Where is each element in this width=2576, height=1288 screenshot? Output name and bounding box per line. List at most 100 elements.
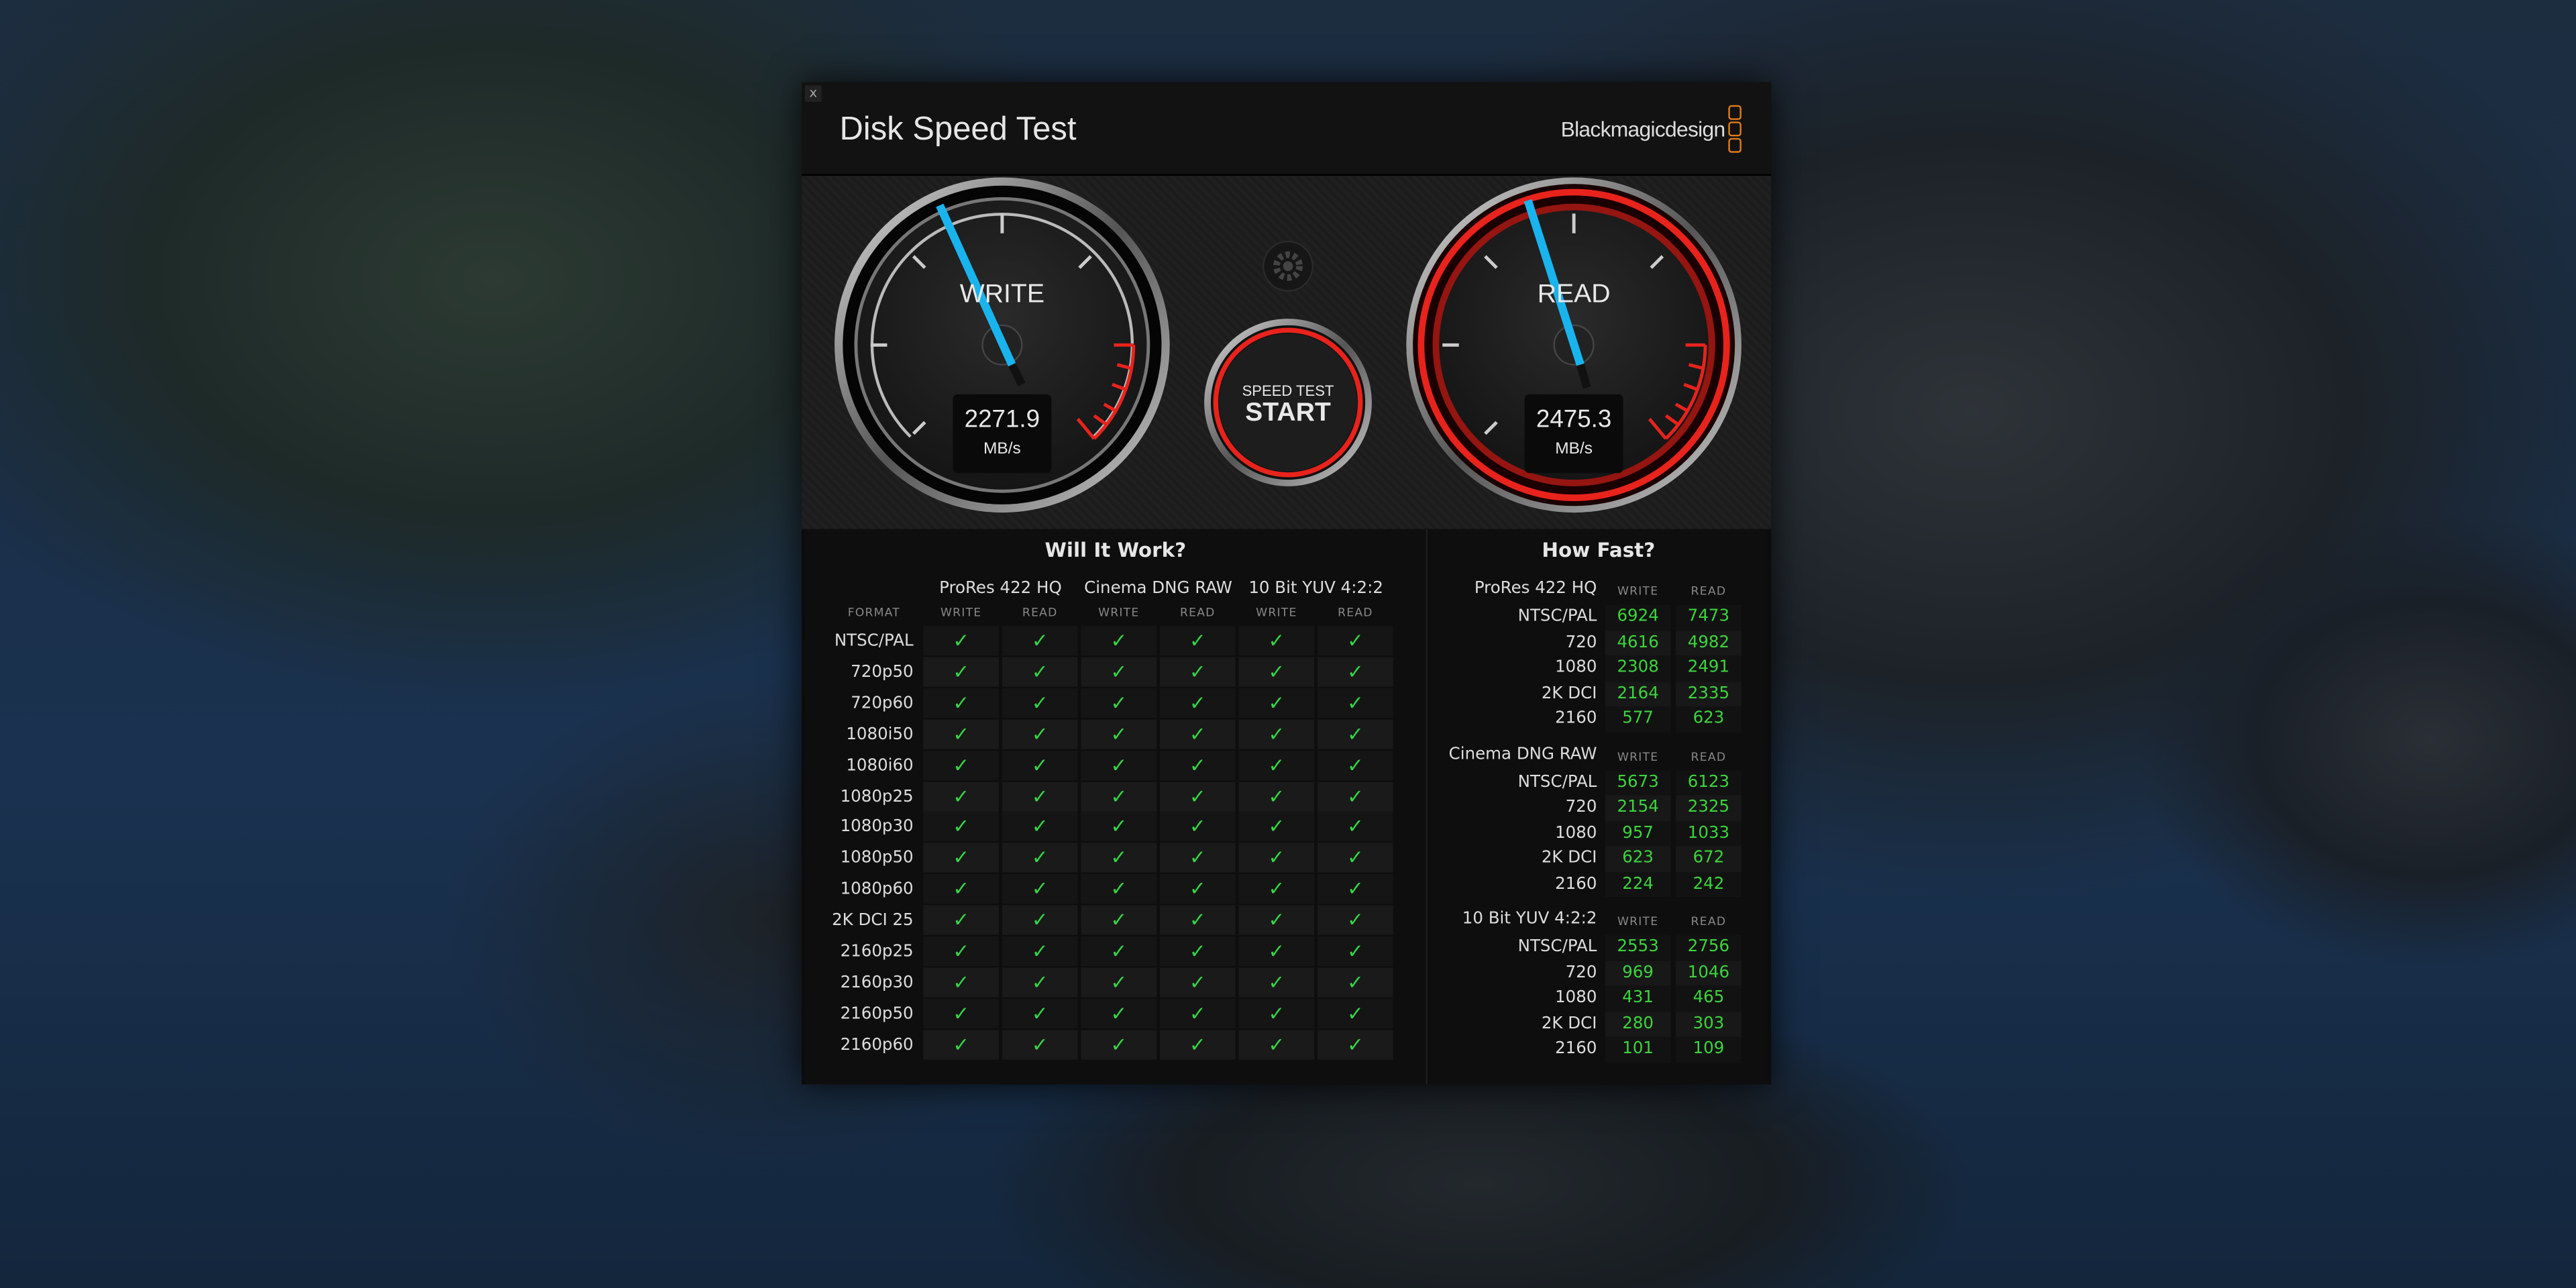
format-label: 1080i50 <box>846 725 914 744</box>
check-icon: ✓ <box>1238 936 1315 967</box>
group-header: Cinema DNG RAW <box>1448 745 1597 763</box>
check-icon: ✓ <box>1081 936 1157 967</box>
check-icon: ✓ <box>1238 905 1315 935</box>
resolution-label: NTSC/PAL <box>1517 938 1597 957</box>
resolution-label: 2160 <box>1555 1040 1597 1059</box>
format-label: 1080p25 <box>840 788 914 806</box>
check-icon: ✓ <box>1081 657 1157 687</box>
read-value: 7473 <box>1675 604 1741 631</box>
table-row: 720p50 ✓ ✓ ✓ ✓ ✓ ✓ <box>805 657 1426 688</box>
format-label: 2160p30 <box>840 973 914 992</box>
check-icon: ✓ <box>1318 843 1393 873</box>
resolution-label: 1080 <box>1555 659 1597 677</box>
check-icon: ✓ <box>923 1029 999 1059</box>
write-value: 2308 <box>1605 655 1671 682</box>
check-icon: ✓ <box>1081 905 1157 935</box>
check-icon: ✓ <box>1238 718 1315 749</box>
check-icon: ✓ <box>1238 626 1315 656</box>
check-icon: ✓ <box>1159 843 1236 873</box>
column-subheader: READ <box>1022 606 1058 620</box>
resolution-label: 720 <box>1565 633 1597 652</box>
format-label: 1080p60 <box>840 881 914 900</box>
check-icon: ✓ <box>923 657 999 687</box>
resolution-label: 720 <box>1565 963 1597 982</box>
check-icon: ✓ <box>1159 688 1236 718</box>
check-icon: ✓ <box>1238 688 1315 718</box>
check-icon: ✓ <box>1081 718 1157 749</box>
read-value: 1046 <box>1675 960 1741 986</box>
read-gauge <box>1406 177 1741 513</box>
table-row: 1080 2308 2491 <box>1430 655 1768 682</box>
read-value: 242 <box>1675 871 1741 898</box>
blackmagic-logo-icon <box>1728 105 1741 154</box>
table-row: 1080 957 1033 <box>1430 820 1768 847</box>
table-row: 2K DCI 25 ✓ ✓ ✓ ✓ ✓ ✓ <box>805 905 1426 937</box>
start-button[interactable]: SPEED TEST START <box>1209 323 1366 481</box>
column-subheader: WRITE <box>940 606 982 620</box>
codec-header: ProRes 422 HQ <box>939 580 1062 598</box>
check-icon: ✓ <box>1238 781 1315 811</box>
desktop: Disk Speed Test Blackmagicdesign x WRITE… <box>0 0 2576 1288</box>
check-icon: ✓ <box>1318 905 1393 935</box>
disk-speed-test-window: Disk Speed Test Blackmagicdesign x WRITE… <box>802 82 1772 1085</box>
resolution-label: 2K DCI <box>1541 849 1597 868</box>
read-value: 4982 <box>1675 630 1741 656</box>
resolution-label: 720 <box>1565 798 1597 817</box>
check-icon: ✓ <box>1002 781 1078 811</box>
table-row: NTSC/PAL 2553 2756 <box>1430 934 1768 961</box>
write-value: 957 <box>1605 820 1671 847</box>
group-header: 10 Bit YUV 4:2:2 <box>1462 910 1597 928</box>
close-button[interactable]: x <box>805 85 822 102</box>
check-icon: ✓ <box>1318 781 1393 811</box>
read-value: 109 <box>1675 1036 1741 1063</box>
table-row: 1080i50 ✓ ✓ ✓ ✓ ✓ ✓ <box>805 718 1426 751</box>
check-icon: ✓ <box>1318 936 1393 967</box>
write-value: 5673 <box>1605 769 1671 796</box>
will-it-work-title: Will It Work? <box>1044 539 1187 562</box>
check-icon: ✓ <box>1318 998 1393 1028</box>
write-value: 623 <box>1605 846 1671 872</box>
check-icon: ✓ <box>1002 626 1078 656</box>
group-header: ProRes 422 HQ <box>1474 580 1597 598</box>
check-icon: ✓ <box>1159 750 1236 780</box>
check-icon: ✓ <box>1081 998 1157 1028</box>
check-icon: ✓ <box>923 936 999 967</box>
table-row: NTSC/PAL ✓ ✓ ✓ ✓ ✓ ✓ <box>805 626 1426 657</box>
check-icon: ✓ <box>923 688 999 718</box>
table-row: 2160 101 109 <box>1430 1036 1768 1063</box>
table-row: NTSC/PAL 6924 7473 <box>1430 604 1768 631</box>
check-icon: ✓ <box>923 750 999 780</box>
check-icon: ✓ <box>1159 998 1236 1028</box>
codec-header: 10 Bit YUV 4:2:2 <box>1248 580 1383 598</box>
check-icon: ✓ <box>923 998 999 1028</box>
title-bar: Disk Speed Test Blackmagicdesign <box>802 82 1772 176</box>
read-speed-value: 2475.3 <box>1536 405 1612 434</box>
write-speed-value: 2271.9 <box>964 405 1040 434</box>
table-row: 1080p50 ✓ ✓ ✓ ✓ ✓ ✓ <box>805 843 1426 875</box>
table-row: 2160p30 ✓ ✓ ✓ ✓ ✓ ✓ <box>805 967 1426 999</box>
check-icon: ✓ <box>1318 874 1393 904</box>
how-fast-title: How Fast? <box>1542 539 1656 562</box>
check-icon: ✓ <box>1002 936 1078 967</box>
table-row: 2160p50 ✓ ✓ ✓ ✓ ✓ ✓ <box>805 998 1426 1030</box>
check-icon: ✓ <box>1159 905 1236 935</box>
check-icon: ✓ <box>1159 1029 1236 1059</box>
check-icon: ✓ <box>1238 812 1315 842</box>
write-subheader: WRITE <box>1617 749 1659 763</box>
resolution-label: 2160 <box>1555 875 1597 894</box>
check-icon: ✓ <box>923 843 999 873</box>
check-icon: ✓ <box>1002 688 1078 718</box>
format-label: 1080i60 <box>846 756 914 775</box>
write-gauge <box>835 177 1170 513</box>
write-value: 4616 <box>1605 630 1671 656</box>
read-value: 623 <box>1675 706 1741 733</box>
read-value: 2491 <box>1675 655 1741 682</box>
check-icon: ✓ <box>1318 657 1393 687</box>
format-label: NTSC/PAL <box>834 632 914 651</box>
check-icon: ✓ <box>1081 626 1157 656</box>
check-icon: ✓ <box>1318 626 1393 656</box>
check-icon: ✓ <box>923 781 999 811</box>
check-icon: ✓ <box>1238 1029 1315 1059</box>
read-value: 465 <box>1675 985 1741 1012</box>
check-icon: ✓ <box>1318 688 1393 718</box>
